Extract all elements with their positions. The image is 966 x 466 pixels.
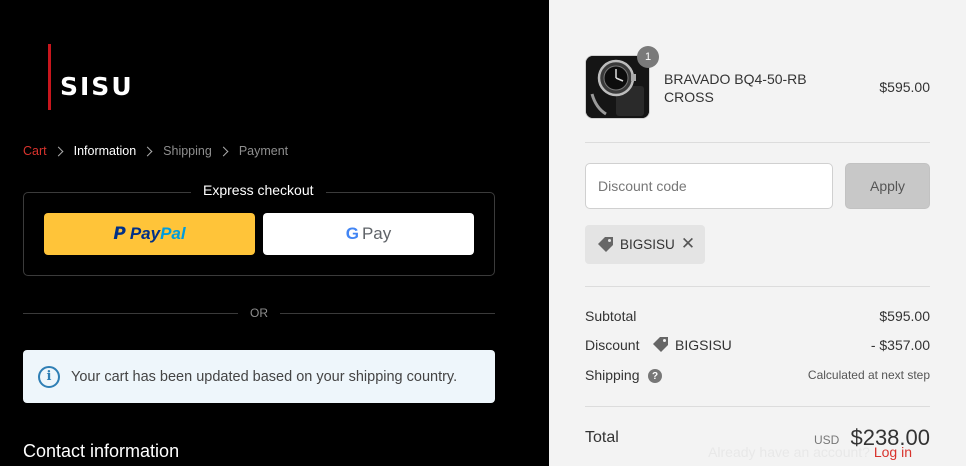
discount-code-input[interactable]: [585, 163, 833, 209]
divider: [585, 142, 930, 143]
or-divider-left: [23, 313, 238, 314]
paypal-button[interactable]: P Pay Pal: [44, 213, 255, 255]
brand-logo[interactable]: SISU: [60, 72, 134, 102]
chevron-right-icon: [142, 146, 153, 156]
breadcrumb-shipping: Shipping: [163, 144, 212, 158]
discount-label: Discount: [585, 337, 640, 353]
quantity-badge: 1: [637, 46, 659, 68]
tag-icon: [653, 337, 668, 352]
discount-value: - $357.00: [870, 337, 930, 353]
breadcrumb-payment: Payment: [238, 144, 289, 158]
apply-discount-button[interactable]: Apply: [845, 163, 930, 209]
or-divider-right: [280, 313, 495, 314]
divider: [585, 406, 930, 407]
divider: [585, 286, 930, 287]
account-prompt-text: Already have an account?: [708, 444, 870, 460]
google-pay-text: Pay: [361, 224, 392, 243]
logo-accent-bar: [48, 44, 51, 110]
subtotal-value: $595.00: [879, 308, 930, 324]
tag-icon: [598, 237, 613, 252]
total-label: Total: [585, 429, 619, 446]
breadcrumb-information: Information: [73, 144, 137, 158]
contact-information-heading: Contact information: [23, 441, 180, 461]
product-name: BRAVADO BQ4-50-RB CROSS: [664, 71, 807, 105]
subtotal-label: Subtotal: [585, 308, 637, 324]
breadcrumb-cart[interactable]: Cart: [23, 143, 47, 159]
shipping-help-icon[interactable]: ?: [648, 369, 662, 383]
paypal-pal-text: Pal: [160, 224, 186, 243]
applied-discount-code: BIGSISU: [620, 237, 675, 252]
discount-code-text: BIGSISU: [675, 336, 732, 353]
paypal-logo-icon: P: [113, 224, 126, 244]
google-pay-button[interactable]: G Pay: [263, 213, 474, 255]
chevron-right-icon: [218, 146, 229, 156]
product-price: $595.00: [879, 79, 930, 95]
cart-updated-notice: i Your cart has been updated based on yo…: [23, 350, 495, 403]
shipping-label: Shipping: [585, 367, 640, 383]
info-icon: i: [38, 365, 60, 388]
google-g-icon: G: [345, 224, 359, 243]
remove-discount-close-icon[interactable]: ✕: [679, 234, 697, 254]
or-divider-text: OR: [250, 306, 268, 320]
discount-code-tag: BIGSISU: [652, 336, 732, 353]
currency-code: USD: [814, 433, 840, 447]
paypal-pay-text: Pay: [129, 224, 161, 243]
chevron-right-icon: [53, 146, 64, 156]
total-value: $238.00: [850, 425, 930, 450]
express-checkout-title: Express checkout: [191, 181, 326, 199]
notice-text: Your cart has been updated based on your…: [71, 368, 458, 385]
shipping-value: Calculated at next step: [807, 368, 930, 382]
breadcrumb: Cart Information Shipping Payment: [23, 143, 288, 159]
